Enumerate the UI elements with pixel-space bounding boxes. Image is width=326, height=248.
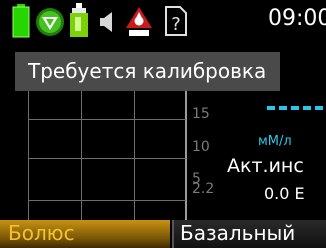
svg-text:?: ? [171, 14, 181, 35]
y-tick-label: 10 [192, 139, 210, 155]
graph-axis [185, 80, 187, 220]
pump-screen: ? 09:00 20 15 10 5 2.2 мМ/л Акт.инс 0.0 … [0, 0, 326, 248]
active-insulin-label: Акт.инс [227, 155, 304, 177]
y-tick-label: 2.2 [192, 181, 215, 197]
tab-basal-label: Базальный [180, 221, 296, 245]
tab-basal[interactable]: Базальный [172, 220, 326, 248]
status-bar: ? 09:00 [0, 0, 326, 44]
glucose-unit: мМ/л [258, 134, 292, 149]
clock-time: 09:00 [268, 6, 326, 31]
speaker-icon [100, 12, 112, 32]
tab-bolus[interactable]: Болюс [0, 220, 170, 248]
glucose-value-placeholder [267, 106, 326, 114]
sensor-signal-icon [36, 8, 64, 36]
y-tick-label: 15 [192, 106, 210, 122]
grid-line [134, 80, 135, 220]
grid-line [28, 200, 186, 201]
grid-line [28, 119, 186, 120]
active-insulin-value: 0.0 Е [264, 184, 305, 203]
grid-line [28, 80, 29, 220]
battery-full-icon [12, 4, 30, 38]
glucose-graph [28, 80, 187, 220]
calibration-notice[interactable]: Требуется калибровка [15, 52, 280, 91]
tab-bolus-label: Болюс [8, 221, 75, 245]
unknown-status-icon: ? [165, 6, 187, 36]
reservoir-icon [70, 3, 88, 37]
notice-text: Требуется калибровка [28, 59, 267, 83]
calibration-drop-icon [126, 7, 152, 36]
grid-line [81, 80, 82, 220]
grid-line [28, 158, 186, 159]
